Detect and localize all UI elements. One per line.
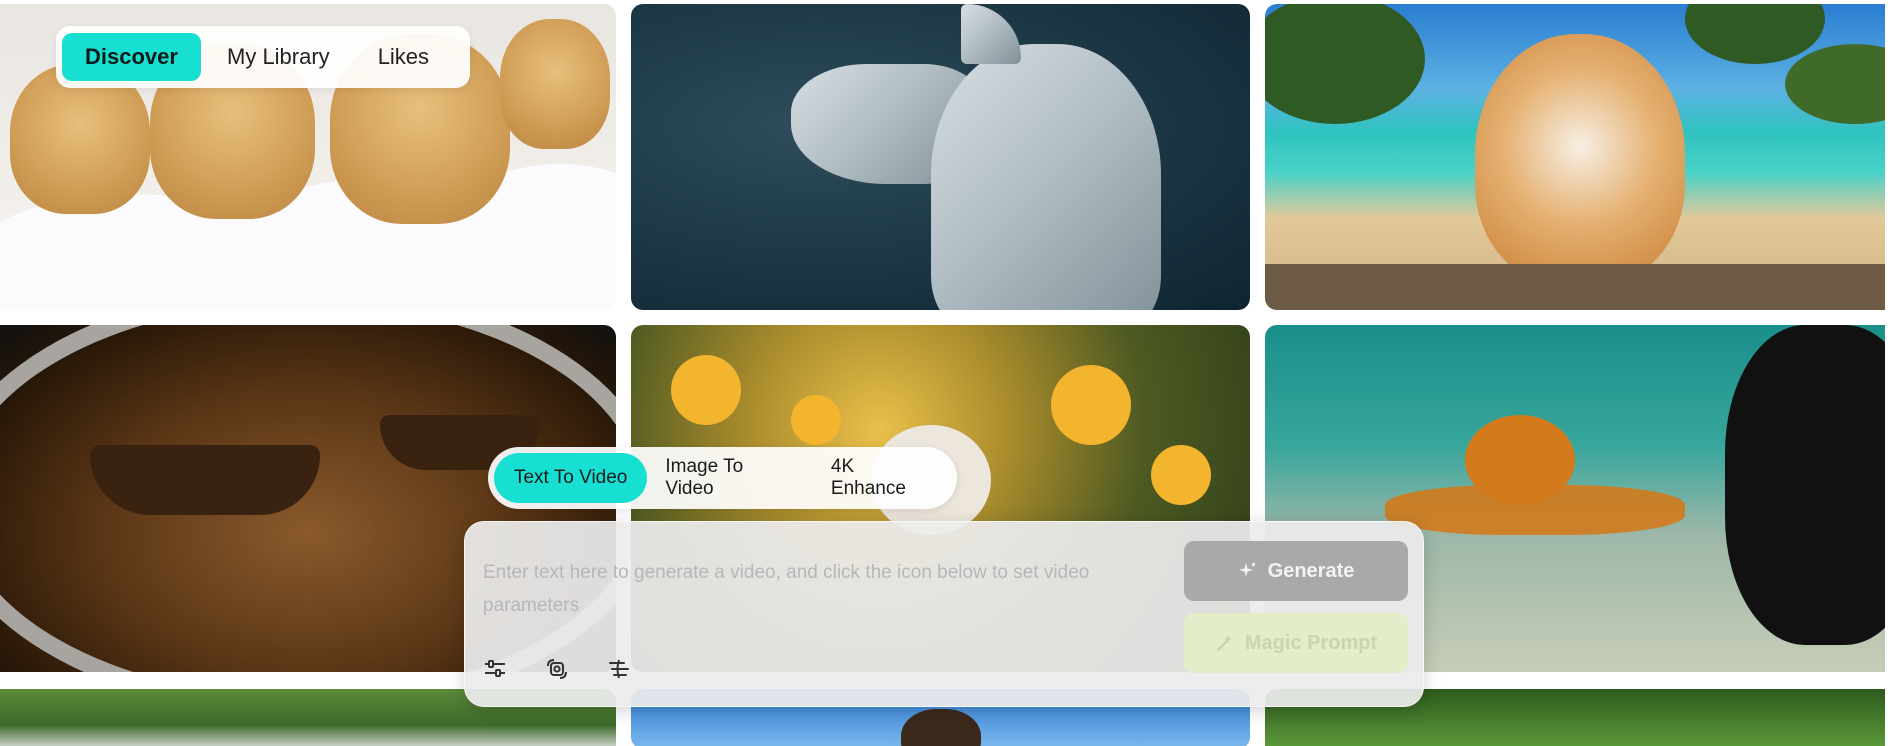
page: Discover My Library Likes Text To Video … (0, 0, 1890, 746)
generate-button[interactable]: Generate (1184, 541, 1408, 601)
generate-button-label: Generate (1267, 559, 1355, 582)
tab-discover[interactable]: Discover (62, 33, 201, 81)
tab-my-library[interactable]: My Library (205, 33, 352, 81)
tab-image-to-video[interactable]: Image To Video (647, 453, 813, 503)
magic-prompt-button-label: Magic Prompt (1244, 631, 1378, 654)
prompt-input[interactable]: Enter text here to generate a video, and… (483, 556, 1183, 622)
magic-prompt-button[interactable]: Magic Prompt (1184, 613, 1408, 673)
parameter-toolbar (483, 657, 631, 681)
tab-likes[interactable]: Likes (356, 33, 451, 81)
generation-mode-tabs: Text To Video Image To Video 4K Enhance (488, 447, 957, 509)
sparkle-icon (1238, 561, 1258, 581)
sliders-icon[interactable] (483, 657, 507, 681)
tab-text-to-video[interactable]: Text To Video (494, 453, 648, 503)
library-nav: Discover My Library Likes (56, 26, 470, 88)
gallery-video-card[interactable] (631, 4, 1250, 310)
prompt-composer: Enter text here to generate a video, and… (464, 521, 1424, 707)
magic-wand-icon (1215, 633, 1235, 653)
gallery-video-card[interactable] (1265, 4, 1885, 310)
camera-motion-icon[interactable] (545, 657, 569, 681)
tab-4k-enhance[interactable]: 4K Enhance (813, 453, 951, 503)
filter-lines-icon[interactable] (607, 657, 631, 681)
